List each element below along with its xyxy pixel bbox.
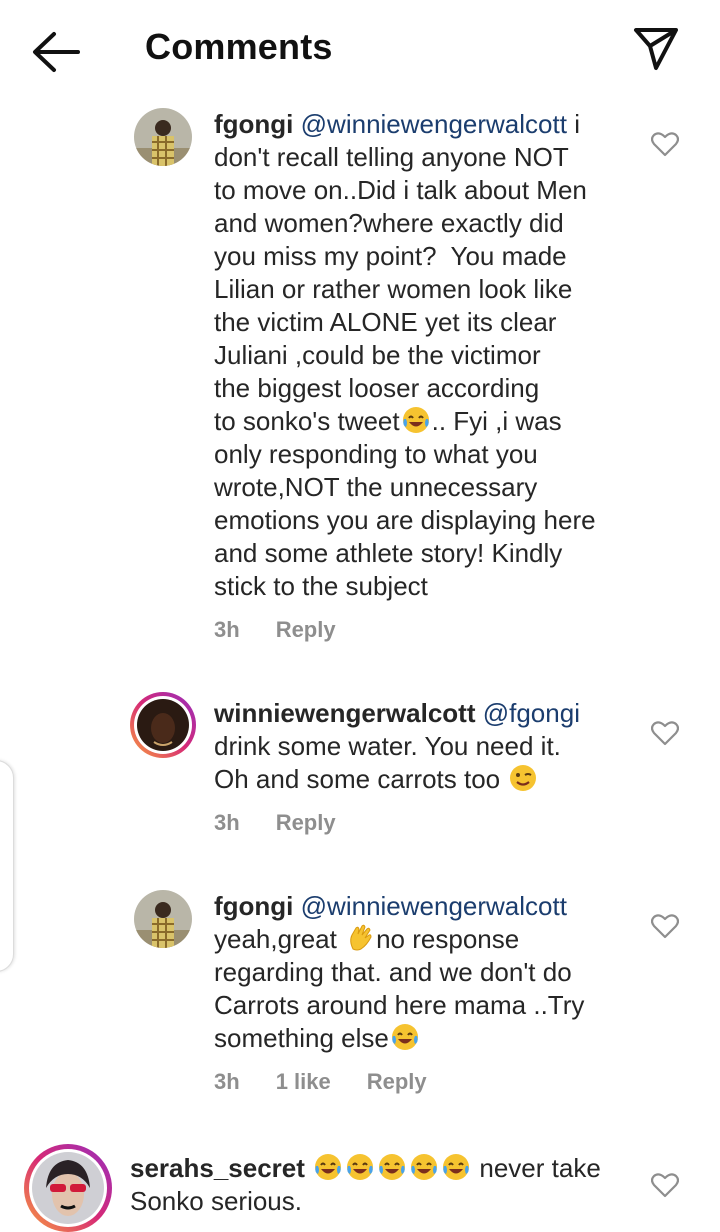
comment-mention[interactable]: @winniewengerwalcott [301,109,567,139]
comment-text: fgongi @winniewengerwalcott i don't reca… [214,108,634,603]
face-with-tears-of-joy-icon [402,407,429,433]
arrow-left-icon[interactable] [30,30,82,74]
reply-button[interactable]: Reply [276,617,336,642]
emoji-group [312,1153,472,1183]
avatar[interactable] [134,108,192,166]
comment-time: 3h [214,810,240,835]
reply-button[interactable]: Reply [367,1069,427,1094]
heart-icon[interactable] [651,720,679,746]
side-drawer-handle[interactable] [0,760,14,972]
comment-meta: 3h Reply [214,617,372,643]
comment-text: fgongi @winniewengerwalcott yeah,great n… [214,890,654,1055]
face-with-tears-of-joy-icon [411,1154,438,1180]
like-count[interactable]: 1 like [276,1069,331,1094]
comment-username[interactable]: winniewengerwalcott [214,698,476,728]
comment-time: 3h [214,1069,240,1094]
avatar[interactable] [130,692,196,758]
comment-username[interactable]: fgongi [214,109,293,139]
face-with-tears-of-joy-icon [315,1154,342,1180]
comment-mention[interactable]: @fgongi [483,698,580,728]
face-with-tears-of-joy-icon [391,1024,418,1050]
reply-button[interactable]: Reply [276,810,336,835]
face-with-tears-of-joy-icon [379,1154,406,1180]
comment-meta: 3h Reply [214,810,372,836]
face-with-tears-of-joy-icon [347,1154,374,1180]
avatar[interactable] [134,890,192,948]
comment-text: serahs_secret never take Sonko serious. [130,1152,630,1218]
comment-body: yeah,great [214,924,337,954]
heart-icon[interactable] [651,1172,679,1198]
face-with-tears-of-joy-icon [443,1154,470,1180]
heart-icon[interactable] [651,913,679,939]
comment-username[interactable]: serahs_secret [130,1153,305,1183]
comment-time: 3h [214,617,240,642]
comment-meta: 3h 1 like Reply [214,1069,463,1095]
heart-icon[interactable] [651,131,679,157]
winking-face-icon [510,765,537,791]
comment-body: i don't recall telling anyone NOT to mov… [214,109,587,436]
top-bar: Comments [0,0,720,100]
comment-text: winniewengerwalcott @fgongi drink some w… [214,697,654,796]
paper-plane-icon[interactable] [630,24,682,72]
comment-mention[interactable]: @winniewengerwalcott [301,891,567,921]
comment-username[interactable]: fgongi [214,891,293,921]
waving-hand-icon [350,924,372,951]
avatar[interactable] [24,1144,112,1232]
page-title: Comments [145,26,333,67]
